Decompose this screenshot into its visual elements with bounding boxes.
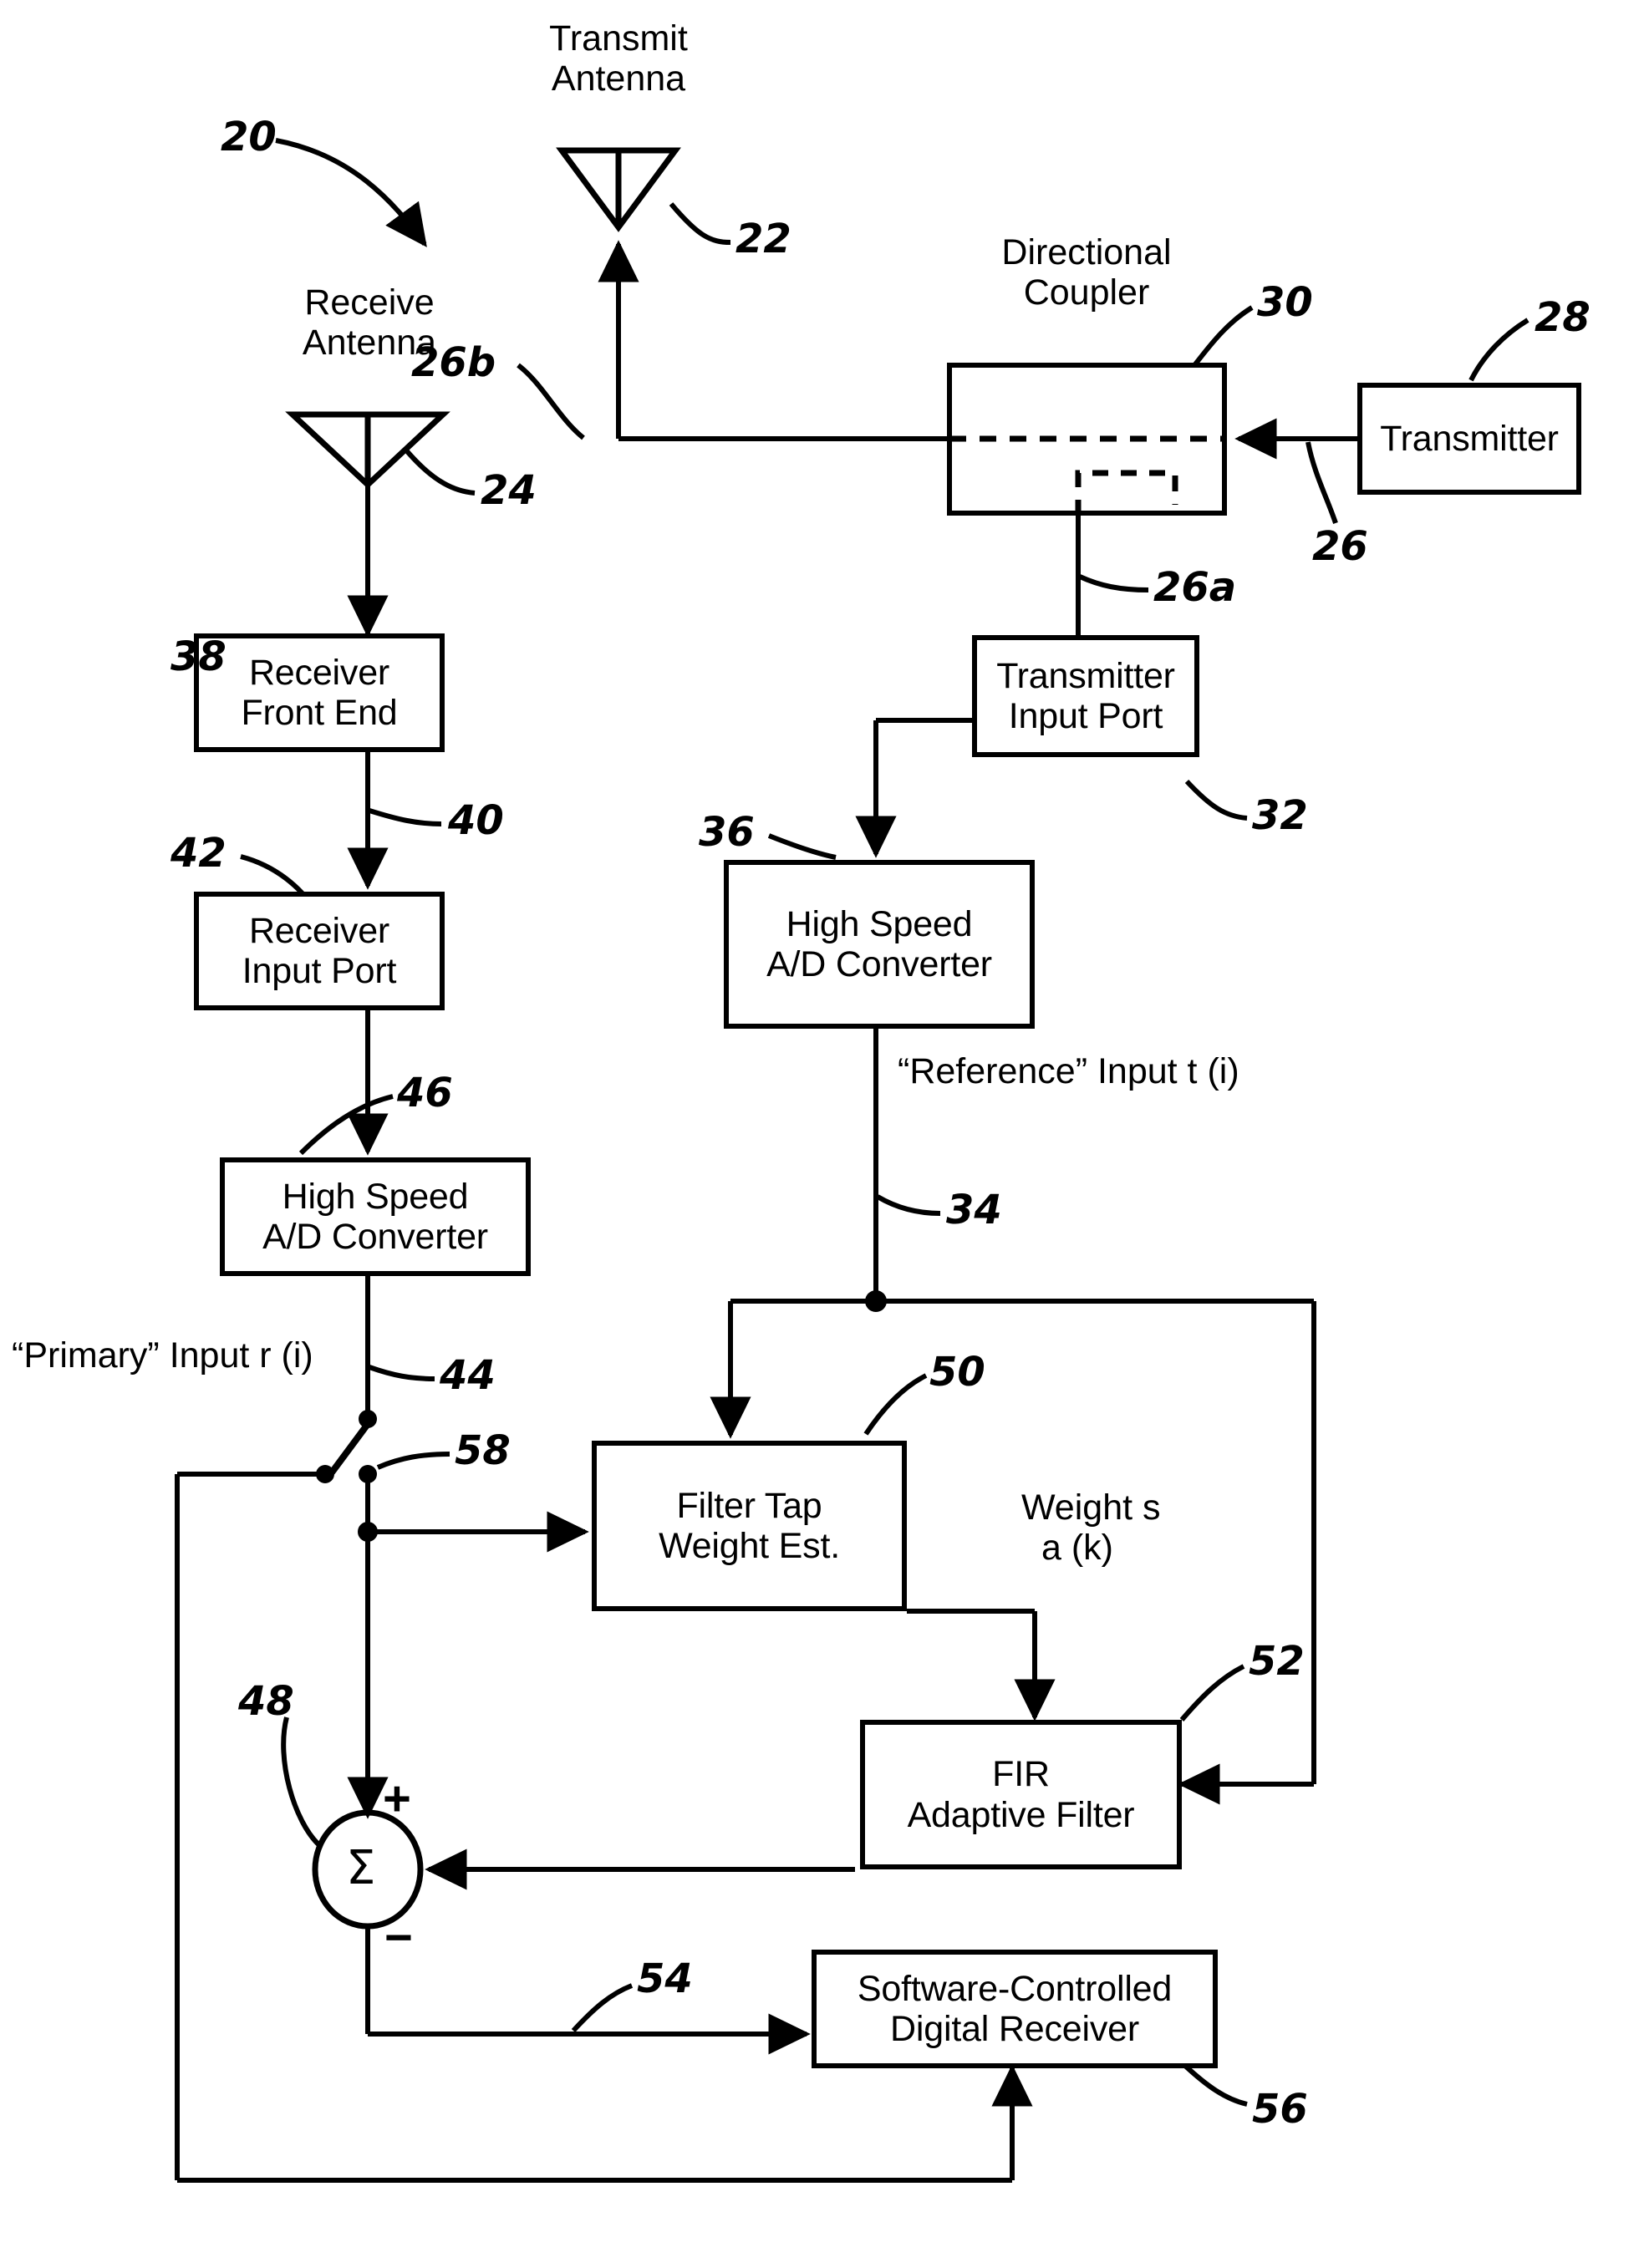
leader-58 xyxy=(376,1452,450,1470)
ref-numeral-28: 28 xyxy=(1535,294,1591,341)
weights-line1: Weight s xyxy=(1021,1487,1161,1528)
ref-numeral-56: 56 xyxy=(1252,2086,1308,2133)
block-software-controlled-digital-receiver[interactable]: Software-Controlled Digital Receiver xyxy=(812,1950,1218,2068)
weights-line2: a (k) xyxy=(1041,1528,1113,1569)
leader-48 xyxy=(281,1716,322,1848)
leader-52 xyxy=(1179,1664,1245,1721)
block-label-line1: High Speed xyxy=(786,903,973,944)
block-label-line2: Input Port xyxy=(242,951,397,991)
switch-pole-contact xyxy=(359,1410,377,1428)
label-reference-input: “Reference” Input t (i) xyxy=(898,1051,1239,1091)
transmit-antenna-icon xyxy=(556,147,681,232)
block-label-line1: Transmitter xyxy=(996,655,1175,696)
ref-numeral-34: 34 xyxy=(946,1187,1002,1233)
block-label-line1: Receiver xyxy=(248,910,390,951)
ref-numeral-22: 22 xyxy=(735,216,791,262)
label-filter-weights: Weight s a (k) xyxy=(1021,1487,1161,1568)
ref-numeral-26b: 26b xyxy=(411,339,496,386)
ref-numeral-44: 44 xyxy=(440,1352,496,1399)
block-directional-coupler[interactable] xyxy=(947,363,1227,516)
label-primary-input: “Primary” Input r (i) xyxy=(12,1335,313,1376)
leader-24 xyxy=(405,450,476,496)
leader-36 xyxy=(767,833,837,860)
ref-numeral-20: 20 xyxy=(221,114,277,160)
transmit-antenna-line2: Antenna xyxy=(551,58,686,99)
ref-numeral-40: 40 xyxy=(448,797,504,844)
block-label-line2: Adaptive Filter xyxy=(907,1794,1135,1835)
block-label-line2: Front End xyxy=(241,693,398,733)
block-label-line1: FIR xyxy=(992,1754,1050,1795)
leader-20 xyxy=(275,138,427,247)
receive-antenna-line1: Receive xyxy=(304,282,435,323)
ref-numeral-36: 36 xyxy=(699,809,755,856)
leader-26 xyxy=(1306,441,1338,524)
block-label-line1: Transmitter xyxy=(1380,418,1559,459)
directional-coupler-line1: Directional xyxy=(1001,232,1172,272)
block-label-line2: A/D Converter xyxy=(766,944,992,984)
leader-32 xyxy=(1184,779,1248,821)
leader-50 xyxy=(863,1373,928,1436)
label-directional-coupler: Directional Coupler xyxy=(976,232,1197,313)
ref-numeral-50: 50 xyxy=(929,1349,985,1396)
leader-22 xyxy=(669,202,731,245)
directional-coupler-line2: Coupler xyxy=(1023,272,1150,313)
label-transmit-antenna: Transmit Antenna xyxy=(518,18,719,99)
leader-30 xyxy=(1193,305,1254,366)
ref-numeral-30: 30 xyxy=(1257,279,1313,326)
leader-26a xyxy=(1078,574,1149,592)
block-label-line1: Receiver xyxy=(248,652,390,693)
patent-figure-canvas: Receiver Front End Receiver Input Port H… xyxy=(0,0,1644,2268)
leader-40 xyxy=(369,808,442,826)
ref-numeral-24: 24 xyxy=(481,467,537,514)
block-ad-converter-primary[interactable]: High Speed A/D Converter xyxy=(220,1157,531,1276)
block-transmitter-input-port[interactable]: Transmitter Input Port xyxy=(972,635,1199,757)
block-filter-tap-weight-est[interactable]: Filter Tap Weight Est. xyxy=(592,1441,907,1611)
ref-numeral-32: 32 xyxy=(1252,792,1308,839)
block-receiver-front-end[interactable]: Receiver Front End xyxy=(194,633,445,752)
leader-46 xyxy=(298,1094,394,1156)
block-ad-converter-reference[interactable]: High Speed A/D Converter xyxy=(724,860,1035,1029)
leader-28 xyxy=(1468,318,1529,382)
block-label-line2: Weight Est. xyxy=(659,1526,840,1566)
diagram-vector-layer xyxy=(175,138,1529,2183)
leader-34 xyxy=(876,1194,941,1216)
receive-antenna-icon xyxy=(285,411,450,489)
ref-numeral-46: 46 xyxy=(397,1070,453,1116)
ref-numeral-42: 42 xyxy=(171,830,226,877)
summer-plus-sign: + xyxy=(383,1772,411,1826)
leader-26b xyxy=(517,363,585,440)
block-label-line2: Input Port xyxy=(1008,696,1163,736)
block-label-line1: High Speed xyxy=(282,1176,469,1217)
ref-numeral-38: 38 xyxy=(171,633,226,680)
leader-54 xyxy=(571,1983,634,2033)
ref-numeral-48: 48 xyxy=(238,1678,294,1725)
block-label-line1: Software-Controlled xyxy=(857,1968,1173,2009)
leader-44 xyxy=(368,1365,435,1381)
block-fir-adaptive-filter[interactable]: FIR Adaptive Filter xyxy=(860,1720,1182,1869)
summer-minus-sign: − xyxy=(384,1910,413,1965)
block-label-line1: Filter Tap xyxy=(676,1485,822,1526)
switch-blade xyxy=(328,1418,374,1475)
ref-numeral-26a: 26a xyxy=(1153,564,1237,611)
leader-56 xyxy=(1183,2063,1248,2107)
transmit-antenna-line1: Transmit xyxy=(549,18,688,58)
ref-numeral-54: 54 xyxy=(637,1955,693,2002)
ref-numeral-26: 26 xyxy=(1312,523,1368,570)
ref-numeral-52: 52 xyxy=(1249,1638,1305,1685)
sigma-symbol: Σ xyxy=(346,1841,376,1895)
block-label-line2: A/D Converter xyxy=(262,1217,488,1257)
block-transmitter[interactable]: Transmitter xyxy=(1357,383,1581,495)
block-label-line2: Digital Receiver xyxy=(890,2009,1139,2049)
ref-numeral-58: 58 xyxy=(455,1427,511,1474)
block-receiver-input-port[interactable]: Receiver Input Port xyxy=(194,892,445,1010)
